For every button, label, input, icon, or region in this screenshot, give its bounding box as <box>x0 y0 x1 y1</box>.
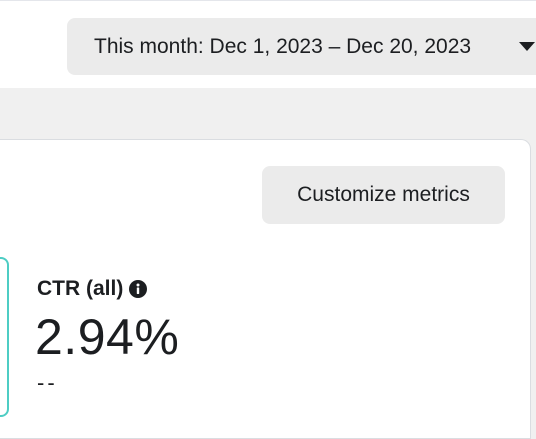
metric-name: CTR (all) <box>37 277 124 300</box>
metric-value: 2.94% <box>35 309 180 365</box>
selected-metric-tile[interactable] <box>0 257 9 417</box>
metric-comparison: -- <box>37 370 58 395</box>
date-range-picker[interactable]: This month: Dec 1, 2023 – Dec 20, 2023 <box>67 18 536 75</box>
top-bar: This month: Dec 1, 2023 – Dec 20, 2023 <box>0 0 536 88</box>
date-range-label: This month: Dec 1, 2023 – Dec 20, 2023 <box>94 35 472 58</box>
caret-down-icon[interactable] <box>519 42 535 51</box>
customize-metrics-button[interactable]: Customize metrics <box>262 166 505 224</box>
metric-title: CTR (all) <box>37 276 148 302</box>
info-icon[interactable] <box>129 280 148 298</box>
